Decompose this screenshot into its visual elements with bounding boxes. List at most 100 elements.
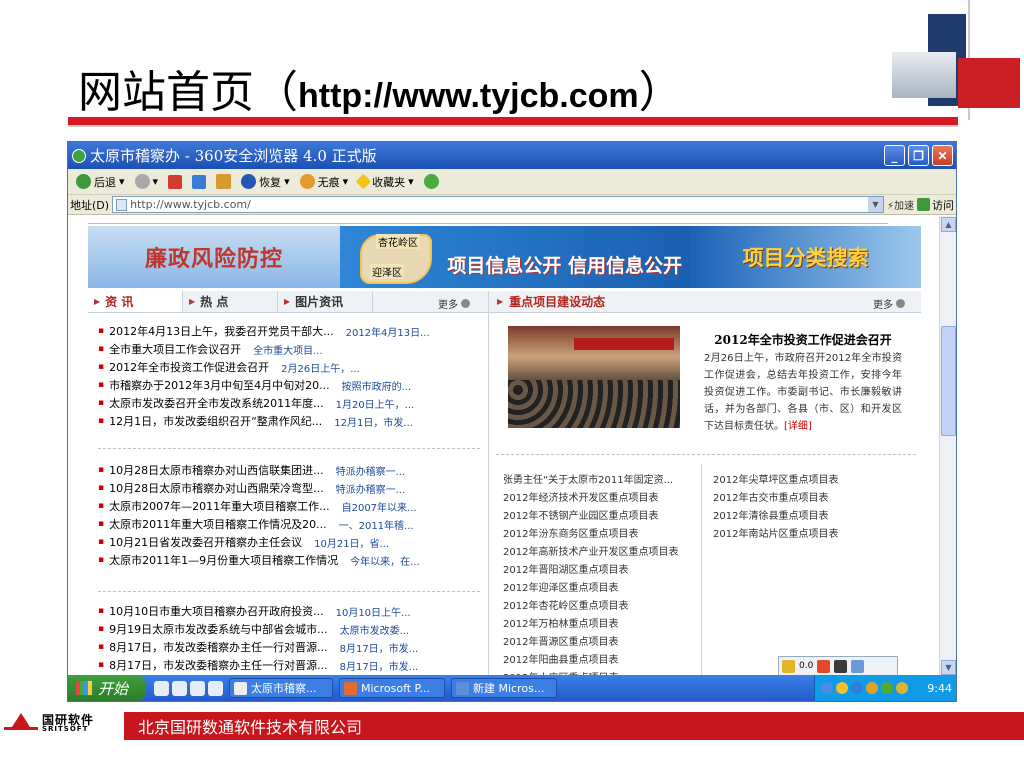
private-mode-button[interactable]: 无痕 ▾	[299, 174, 348, 190]
home-button[interactable]	[216, 174, 232, 189]
project-item[interactable]: 张勇主任“关于太原市2011年固定资...	[503, 469, 678, 487]
project-item[interactable]: 2012年晋源区重点项目表	[503, 631, 678, 649]
tray-volume-icon[interactable]	[866, 682, 878, 694]
news-item[interactable]: ▪ 市稽察办于2012年3月中旬至4月中旬对20... 按照市政府的...	[98, 376, 430, 394]
news-item[interactable]: ▪ 太原市2011年1—9月份重大项目稽察工作情况 今年以来，在...	[98, 551, 420, 569]
start-button[interactable]: 开始	[68, 675, 146, 701]
floating-widget[interactable]: 0.0	[778, 656, 898, 676]
extension-button[interactable]	[423, 174, 439, 189]
bullet-icon: ▪	[98, 624, 105, 634]
news-summary: 特派办稽察一...	[335, 484, 406, 496]
news-title: 太原市2011年重大项目稽察工作情况及20...	[109, 518, 327, 531]
banner-left-text: 廉政风险防控	[144, 246, 283, 272]
news-item[interactable]: ▪ 10月28日太原市稽察办对山西信联集团进... 特派办稽察一...	[98, 461, 420, 479]
restore-tab-button[interactable]: 恢复 ▾	[241, 174, 290, 190]
news-item[interactable]: ▪ 12月1日，市发改委组织召开“整肃作风纪... 12月1日，市发...	[98, 412, 430, 430]
project-more-link[interactable]: 更多	[873, 296, 905, 311]
banner-info-disclosure[interactable]: 杏花岭区 迎泽区 项目信息公开 信用信息公开	[340, 226, 690, 288]
bullet-icon: ▪	[98, 642, 105, 652]
project-item[interactable]: 2012年南站片区重点项目表	[713, 523, 838, 541]
scroll-thumb[interactable]	[941, 326, 956, 436]
project-item[interactable]: 2012年阳曲县重点项目表	[503, 649, 678, 667]
forward-button[interactable]: ▾	[134, 174, 158, 189]
project-item[interactable]: 2012年清徐县重点项目表	[713, 505, 838, 523]
powerpoint-icon	[344, 681, 357, 695]
quick-launch-icon[interactable]	[172, 680, 187, 696]
project-item[interactable]: 2012年不锈钢产业园区重点项目表	[503, 505, 678, 523]
project-item[interactable]: 2012年尖草坪区重点项目表	[713, 469, 838, 487]
project-item[interactable]: 2012年万柏林重点项目表	[503, 613, 678, 631]
banner-risk-control[interactable]: 廉政风险防控	[88, 226, 340, 288]
feature-detail-link[interactable]: [详细]	[784, 421, 812, 432]
project-item[interactable]: 2012年迎泽区重点项目表	[503, 577, 678, 595]
tray-360-icon[interactable]	[896, 682, 908, 694]
news-tabs: ▶ 资 讯 ▶ 热 点 ▶ 图片资讯	[88, 291, 488, 313]
widget-text: 0.0	[799, 661, 814, 671]
tray-shield-icon[interactable]	[836, 682, 848, 694]
vertical-scrollbar[interactable]: ▲ ▼	[939, 216, 956, 676]
news-summary: 10月10日上午...	[335, 607, 411, 619]
page-top-strip	[88, 216, 888, 224]
quick-launch-icon[interactable]	[190, 680, 205, 696]
feature-title[interactable]: 2012年全市投资工作促进会召开	[688, 331, 918, 348]
taskbar-item-document[interactable]: 新建 Micros...	[451, 678, 557, 698]
news-item[interactable]: ▪ 2012年全市投资工作促进会召开 2月26日上午，...	[98, 358, 430, 376]
address-input[interactable]: http://www.tyjcb.com/ ▼	[112, 196, 884, 213]
scroll-up-icon[interactable]: ▲	[941, 217, 956, 232]
clock[interactable]: 9:44	[927, 682, 952, 695]
meeting-photo[interactable]	[508, 326, 680, 428]
widget-help-icon[interactable]	[834, 659, 848, 673]
widget-settings-icon[interactable]	[851, 659, 865, 673]
news-item[interactable]: ▪ 太原市2007年—2011年重大项目稽察工作... 自2007年以来...	[98, 497, 420, 515]
news-item[interactable]: ▪ 太原市2011年重大项目稽察工作情况及20... 一、2011年稽...	[98, 515, 420, 533]
news-item[interactable]: ▪ 10月28日太原市稽察办对山西鼎荣冷弯型... 特派办稽察一...	[98, 479, 420, 497]
news-item[interactable]: ▪ 太原市发改委召开全市发改系统2011年度... 1月20日上午，...	[98, 394, 430, 412]
browser-app-icon	[72, 148, 86, 163]
project-item[interactable]: 2012年晋阳湖区重点项目表	[503, 559, 678, 577]
project-item[interactable]: 2012年汾东商务区重点项目表	[503, 523, 678, 541]
tray-arrow-icon[interactable]	[821, 682, 833, 694]
restore-window-button[interactable]: ❐	[908, 145, 929, 166]
project-item[interactable]: 2012年古交市重点项目表	[713, 487, 838, 505]
news-item[interactable]: ▪ 8月17日，市发改委稽察办主任一行对晋源... 8月17日，市发...	[98, 638, 418, 656]
footer-company-name: 北京国研数通软件技术有限公司	[138, 718, 363, 737]
task-label: 太原市稽察...	[251, 682, 317, 695]
news-item[interactable]: ▪ 全市重大项目工作会议召开 全市重大项目...	[98, 340, 430, 358]
company-logo: 国研软件 SRITSOFT	[4, 713, 94, 733]
favorites-button[interactable]: 收藏夹 ▾	[355, 173, 414, 190]
project-heading: 重点项目建设动态	[509, 295, 606, 309]
tray-antivirus-icon[interactable]	[881, 682, 893, 694]
scroll-down-icon[interactable]: ▼	[941, 660, 956, 675]
project-item[interactable]: 2012年经济技术开发区重点项目表	[503, 487, 678, 505]
news-item[interactable]: ▪ 9月19日太原市发改委系统与中部省会城市... 太原市发改委...	[98, 620, 418, 638]
accelerate-button[interactable]: ⚡加速	[887, 197, 914, 212]
tab-photo-news[interactable]: ▶ 图片资讯	[278, 291, 373, 312]
news-item[interactable]: ▪ 2012年4月13日上午，我委召开党员干部大... 2012年4月13日...	[98, 322, 430, 340]
news-item[interactable]: ▪ 10月21日省发改委召开稽察办主任会议 10月21日，省...	[98, 533, 420, 551]
start-label: 开始	[98, 679, 129, 698]
tray-network-icon[interactable]	[851, 682, 863, 694]
news-title: 9月19日太原市发改委系统与中部省会城市...	[109, 623, 328, 636]
quick-launch-icon[interactable]	[154, 680, 169, 696]
go-button[interactable]: 访问	[917, 197, 954, 213]
news-item[interactable]: ▪ 10月10日市重大项目稽察办召开政府投资... 10月10日上午...	[98, 602, 418, 620]
project-item[interactable]: 2012年高新技术产业开发区重点项目表	[503, 541, 678, 559]
project-item[interactable]: 2012年杏花岭区重点项目表	[503, 595, 678, 613]
taskbar-item-powerpoint[interactable]: Microsoft P...	[339, 678, 445, 698]
accel-label: 加速	[894, 201, 914, 212]
quick-launch-icon[interactable]	[208, 680, 223, 696]
stop-button[interactable]	[168, 174, 183, 189]
tab-news[interactable]: ▶ 资 讯	[88, 291, 183, 312]
tab-hot[interactable]: ▶ 热 点	[183, 291, 278, 312]
page-banner: 廉政风险防控 杏花岭区 迎泽区 项目信息公开 信用信息公开 项目分类搜索	[88, 226, 921, 288]
refresh-button[interactable]	[192, 174, 207, 189]
taskbar-item-browser[interactable]: 太原市稽察...	[229, 678, 333, 698]
widget-s-icon[interactable]	[817, 659, 831, 673]
close-button[interactable]: ✕	[932, 145, 953, 166]
news-item[interactable]: ▪ 8月17日，市发改委稽察办主任一行对晋源... 8月17日，市发...	[98, 656, 418, 674]
news-more-link[interactable]: 更多	[438, 296, 470, 311]
minimize-button[interactable]: _	[884, 145, 905, 166]
banner-project-search[interactable]: 项目分类搜索	[690, 226, 921, 288]
address-dropdown-icon[interactable]: ▼	[867, 197, 883, 212]
back-button[interactable]: 后退 ▾	[76, 174, 125, 190]
